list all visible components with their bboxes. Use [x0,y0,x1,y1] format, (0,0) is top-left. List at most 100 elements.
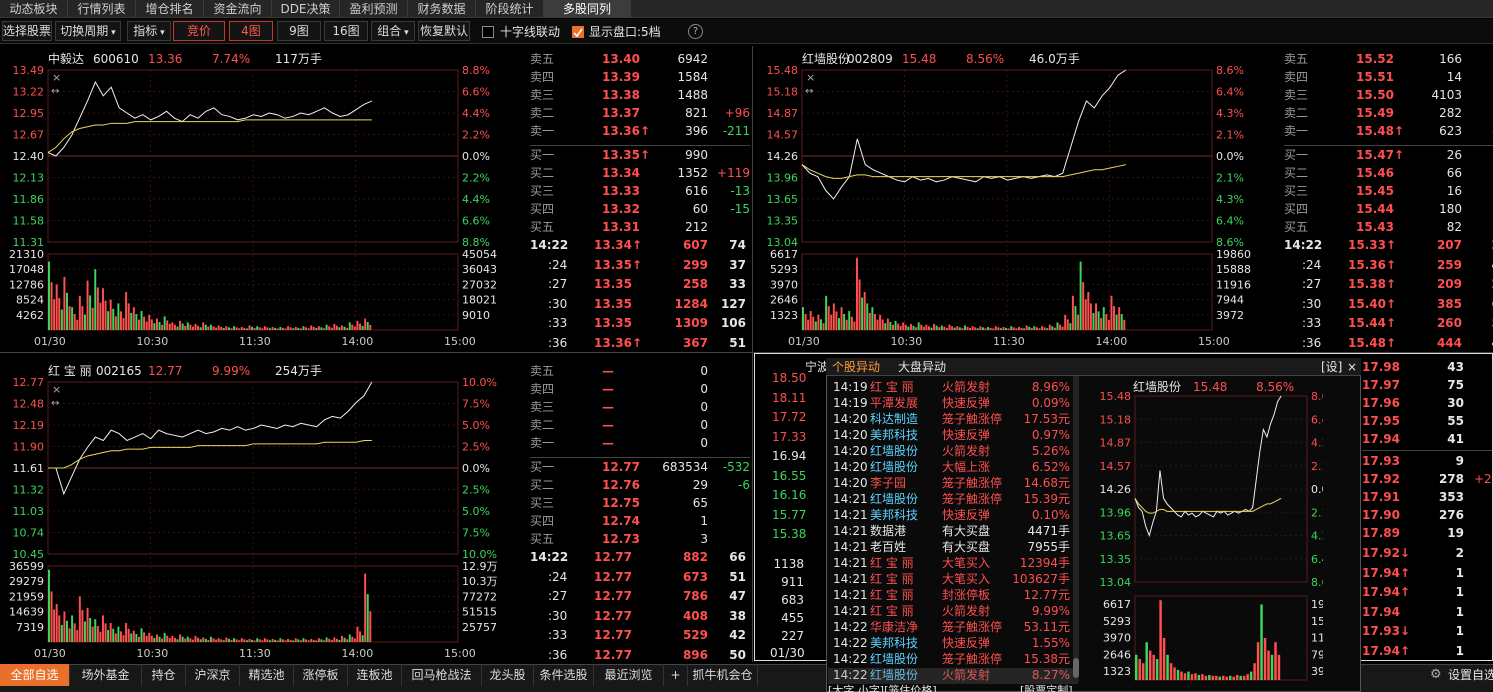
volume-bar [63,611,66,642]
bottom-tab-11[interactable]: + [664,664,688,686]
panel0-expand-icon[interactable]: ↔ [51,86,59,97]
popup-close-icon[interactable]: × [1347,360,1357,374]
vertical-divider [752,46,753,662]
top-tab-1[interactable]: 行情列表 [68,0,136,18]
volume-bar [125,623,128,642]
popup-row-stock[interactable]: 红 宝 丽 [870,604,914,618]
popup-row-stock[interactable]: 老百姓 [870,540,906,554]
bidding-button[interactable]: 竞价 [173,21,225,41]
popup-tab-market-movement[interactable]: 大盘异动 [898,360,946,374]
popup-row-stock[interactable]: 科达制造 [870,412,918,426]
volume-bar [243,639,246,642]
bottom-tab-7[interactable]: 回马枪战法 [402,664,482,686]
popup-settings-button[interactable]: [设] [1321,360,1342,374]
g16-button[interactable]: 16图 [324,21,368,41]
popup-footer-left[interactable]: [大字 小字][笼住价格] [828,684,937,692]
volume-bar [240,326,243,330]
popup-row-stock[interactable]: 红墙股份 [870,460,918,474]
panel1-close-icon[interactable]: × [806,71,815,84]
top-tab-7[interactable]: 阶段统计 [476,0,544,18]
volume-bar [840,307,843,330]
top-tab-0[interactable]: 动态板块 [0,0,68,18]
help-icon[interactable]: ? [688,24,703,39]
popup-row-stock[interactable]: 红墙股份 [870,492,918,506]
volume-bar [68,306,71,330]
bottom-tab-0[interactable]: 全部自选 [0,664,70,686]
popup-row-stock[interactable]: 红 宝 丽 [870,380,914,394]
volume-bar [63,276,66,330]
popup-scrollbar-thumb[interactable] [1073,658,1079,678]
indicator-button[interactable]: 指标 ▾ [127,21,171,41]
crosshair-checkbox[interactable] [482,26,494,38]
popup-row-stock[interactable]: 美邦科技 [870,636,918,650]
top-tab-6[interactable]: 财务数据 [408,0,476,18]
combo-button[interactable]: 组合 ▾ [371,21,415,41]
period-caret-icon: ▾ [108,28,116,38]
bottom-tab-4[interactable]: 精选池 [240,664,294,686]
volume-bar [299,328,302,330]
popup-row-stock[interactable]: 红 宝 丽 [870,572,914,586]
popup-row-stock[interactable]: 美邦科技 [870,428,918,442]
bottom-tab-3[interactable]: 沪深京 [186,664,240,686]
volume-bar [212,638,215,642]
mini-volume-bar [1232,676,1235,680]
panel2-expand-icon[interactable]: ↔ [51,398,59,409]
popup-row-stock[interactable]: 红墙股份 [870,652,918,666]
y-right-tick: 6.4% [1216,215,1244,228]
g4-button[interactable]: 4图 [229,21,273,41]
popup-row-stock[interactable]: 华康洁净 [870,620,918,634]
panel0-close-icon[interactable]: × [52,71,61,84]
select-button[interactable]: 选择股票 [2,21,52,41]
popup-row-stock[interactable]: 红 宝 丽 [870,556,914,570]
bid-volume: 683534 [662,460,708,474]
popup-row-stock[interactable]: 数据港 [870,524,906,538]
bid-price: 12.73 [602,532,640,546]
bottom-tab-2[interactable]: 持仓 [142,664,186,686]
volume-bar [256,326,259,330]
popup-row-stock[interactable]: 红墙股份 [870,444,918,458]
top-tab-4[interactable]: DDE决策 [272,0,340,18]
mini-y-right-tick: 8.6% [1311,576,1323,589]
top-tab-3[interactable]: 资金流向 [204,0,272,18]
popup-row-value: 12.77元 [1023,588,1070,602]
settings-watchlist-button[interactable]: 设置自选 [1448,668,1493,682]
restore-button[interactable]: 恢复默认 [418,21,470,41]
g9-button[interactable]: 9图 [277,21,321,41]
bottom-tab-12[interactable]: 抓牛机会仓 [688,664,758,686]
tick-volume: 209 [1436,277,1462,291]
top-tab-8[interactable]: 多股同列 [544,0,631,18]
bottom-tab-9[interactable]: 条件选股 [534,664,594,686]
top-tab-2[interactable]: 增仓排名 [136,0,204,18]
popup-row-stock[interactable]: 美邦科技 [870,508,918,522]
bottom-tab-10[interactable]: 最近浏览 [594,664,664,686]
bottom-tab-6[interactable]: 连板池 [348,664,402,686]
gear-icon[interactable]: ⚙ [1430,667,1442,682]
popup-scrollbar[interactable] [1073,376,1079,682]
panel3-vol-left-tick: 683 [781,593,804,607]
popup-tab-stock-movement[interactable]: 个股异动 [832,360,880,374]
volume-bar [158,636,161,642]
popup-row-stock[interactable]: 平潭发展 [870,396,918,410]
y-left-tick: 13.49 [13,64,45,77]
show-book-checkbox[interactable] [572,26,584,38]
top-tab-5[interactable]: 盈利预测 [340,0,408,18]
bottom-tab-1[interactable]: 场外基金 [70,664,142,686]
period-button[interactable]: 切换周期 ▾ [55,21,121,41]
panel2-close-icon[interactable]: × [52,383,61,396]
volume-bar [233,638,236,642]
bottom-tab-8[interactable]: 龙头股 [482,664,534,686]
tick-time: 14:22 [530,550,569,564]
panel1-expand-icon[interactable]: ↔ [805,86,813,97]
popup-footer-right[interactable]: [股票定制] [1020,684,1073,692]
volume-bar [891,324,894,330]
volume-bar [294,326,297,330]
volume-bar [343,326,346,330]
popup-row-stock[interactable]: 李子园 [870,476,906,490]
book-divider [1284,145,1493,146]
volume-bar [161,324,164,330]
bottom-tab-5[interactable]: 涨停板 [294,664,348,686]
popup-row-stock[interactable]: 红 宝 丽 [870,588,914,602]
mini-y-left-tick: 15.18 [1100,413,1132,426]
volume-bar [1020,327,1023,330]
ask-price: 13.40 [602,52,640,66]
